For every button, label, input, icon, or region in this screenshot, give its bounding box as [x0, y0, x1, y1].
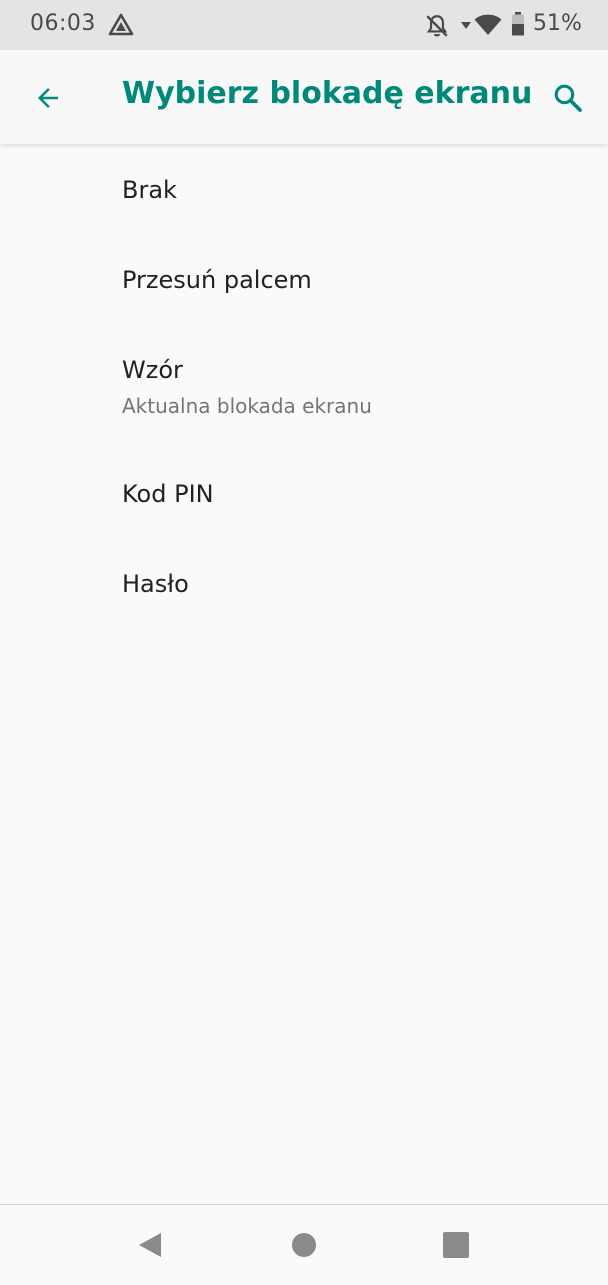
- back-triangle-icon: [139, 1233, 161, 1257]
- nav-recents-button[interactable]: [430, 1219, 482, 1271]
- option-title: Hasło: [122, 570, 189, 598]
- nav-app-icon: [108, 13, 134, 36]
- option-title: Kod PIN: [122, 480, 214, 508]
- nav-home-button[interactable]: [278, 1219, 330, 1271]
- option-subtitle: Aktualna blokada ekranu: [122, 394, 372, 418]
- option-pattern[interactable]: Wzór Aktualna blokada ekranu: [0, 324, 608, 448]
- option-pin[interactable]: Kod PIN: [0, 448, 608, 538]
- bell-off-icon: [426, 15, 448, 37]
- option-title: Przesuń palcem: [122, 266, 312, 294]
- option-title: Wzór: [122, 356, 183, 384]
- navigation-bar: [0, 1204, 608, 1285]
- app-bar: Wybierz blokadę ekranu: [0, 50, 608, 144]
- recents-square-icon: [443, 1232, 469, 1258]
- arrow-left-icon: [38, 88, 58, 108]
- back-button[interactable]: [24, 74, 72, 122]
- option-password[interactable]: Hasło: [0, 538, 608, 628]
- battery-percent: 51%: [533, 11, 582, 36]
- home-circle-icon: [292, 1233, 316, 1257]
- battery-icon: [512, 12, 524, 36]
- option-none[interactable]: Brak: [0, 144, 608, 234]
- status-bar: 06:03 51%: [0, 0, 608, 50]
- search-icon: [554, 84, 582, 112]
- page-title: Wybierz blokadę ekranu: [122, 76, 533, 111]
- search-button[interactable]: [544, 74, 592, 122]
- nav-back-button[interactable]: [124, 1219, 176, 1271]
- wifi-icon: [474, 14, 502, 35]
- dropdown-arrow-icon: [461, 22, 471, 29]
- option-swipe[interactable]: Przesuń palcem: [0, 234, 608, 324]
- status-time: 06:03: [30, 11, 96, 36]
- option-title: Brak: [122, 176, 177, 204]
